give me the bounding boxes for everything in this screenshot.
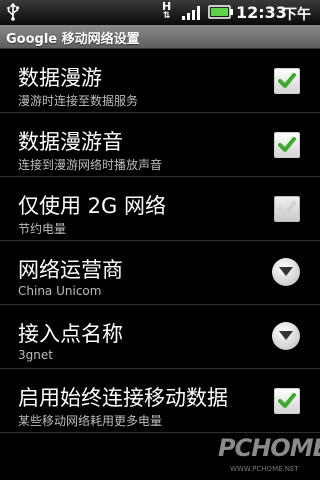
setting-title: 数据漫游 [18, 66, 102, 90]
setting-summary: 连接到漫游网络时播放声音 [18, 158, 163, 172]
check-icon [278, 393, 296, 408]
setting-summary: China Unicom [18, 284, 102, 298]
setting-title: 网络运营商 [18, 258, 123, 282]
page-title: Google 移动网络设置 [6, 32, 140, 47]
usb-icon [6, 2, 20, 25]
setting-title: 仅使用 2G 网络 [18, 194, 166, 218]
title-bar: Google 移动网络设置 [0, 25, 320, 49]
watermark-sub: WWW.PCHOME.NET [230, 465, 299, 473]
clock-time: 12:33 [236, 3, 287, 22]
2g-only-checkbox[interactable] [274, 196, 300, 222]
settings-list: 数据漫游 漫游时连接至数据服务 数据漫游音 连接到漫游网络时播放声音 仅使用 2… [0, 49, 320, 433]
setting-network-operator[interactable]: 网络运营商 China Unicom [0, 241, 320, 305]
setting-access-point-name[interactable]: 接入点名称 3gnet [0, 305, 320, 369]
clock-ampm: 下午 [283, 7, 311, 23]
setting-summary: 漫游时连接至数据服务 [18, 94, 139, 108]
data-roaming-sound-checkbox[interactable] [274, 132, 300, 158]
setting-summary: 某些移动网络耗用更多电量 [18, 414, 163, 428]
chevron-down-icon[interactable] [272, 322, 300, 350]
setting-data-roaming[interactable]: 数据漫游 漫游时连接至数据服务 [0, 49, 320, 113]
data-arrows-icon: ⇅ [162, 11, 171, 21]
always-on-mobile-data-checkbox[interactable] [274, 388, 300, 414]
setting-summary: 3gnet [18, 348, 53, 362]
watermark-logo: PCHOME WWW.PCHOME.NET [214, 430, 320, 476]
watermark-text: PCHOME [218, 434, 320, 462]
setting-title: 启用始终连接移动数据 [18, 386, 228, 410]
setting-title: 数据漫游音 [18, 130, 123, 154]
network-type-indicator: H ⇅ [162, 0, 172, 21]
battery-icon [208, 4, 234, 24]
signal-icon [182, 6, 200, 20]
check-icon [278, 137, 296, 152]
check-icon [278, 73, 296, 88]
setting-summary: 节约电量 [18, 222, 67, 236]
setting-2g-only[interactable]: 仅使用 2G 网络 节约电量 [0, 177, 320, 241]
check-icon [278, 201, 296, 216]
status-bar: H ⇅ 12:33 下午 [0, 0, 320, 25]
setting-data-roaming-sound[interactable]: 数据漫游音 连接到漫游网络时播放声音 [0, 113, 320, 177]
setting-title: 接入点名称 [18, 322, 123, 346]
setting-always-on-mobile-data[interactable]: 启用始终连接移动数据 某些移动网络耗用更多电量 [0, 369, 320, 433]
chevron-down-icon[interactable] [272, 258, 300, 286]
data-roaming-checkbox[interactable] [274, 68, 300, 94]
